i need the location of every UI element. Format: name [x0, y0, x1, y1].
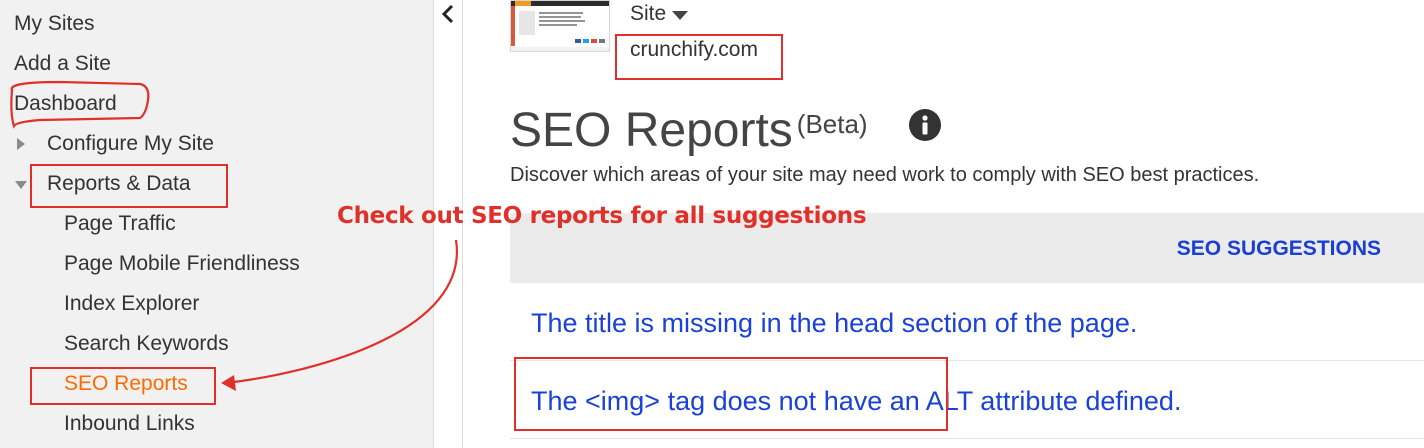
chevron-left-icon: [441, 4, 454, 24]
column-header-seo-suggestions[interactable]: SEO SUGGESTIONS: [1177, 237, 1381, 261]
info-icon[interactable]: [909, 109, 941, 141]
sidebar-item-inbound-links[interactable]: Inbound Links: [64, 412, 195, 436]
site-thumbnail: [510, 0, 610, 52]
collapse-sidebar-button[interactable]: [434, 0, 462, 28]
sidebar-item-page-traffic[interactable]: Page Traffic: [64, 212, 176, 236]
sidebar-item-page-mobile-friendliness[interactable]: Page Mobile Friendliness: [64, 252, 300, 276]
suggestion-link[interactable]: The title is missing in the head section…: [531, 308, 1137, 339]
page-title-text: SEO Reports: [510, 104, 793, 157]
triangle-down-icon[interactable]: [15, 181, 27, 189]
sidebar-item-reports-and-data[interactable]: Reports & Data: [47, 172, 191, 196]
annotation-callout: Check out SEO reports for all suggestion…: [337, 203, 867, 229]
table-row[interactable]: The <img> tag does not have an ALT attri…: [510, 361, 1424, 439]
suggestion-link[interactable]: The <img> tag does not have an ALT attri…: [531, 386, 1181, 417]
table-row[interactable]: The title is missing in the head section…: [510, 283, 1424, 361]
sidebar-item-seo-reports[interactable]: SEO Reports: [64, 372, 188, 396]
sidebar-item-add-a-site[interactable]: Add a Site: [14, 52, 111, 76]
sidebar-item-my-sites[interactable]: My Sites: [14, 12, 95, 36]
triangle-right-icon[interactable]: [17, 138, 25, 150]
page-title: SEO Reports (Beta): [510, 90, 868, 161]
site-selector[interactable]: Site: [630, 2, 689, 26]
sidebar-item-index-explorer[interactable]: Index Explorer: [64, 292, 199, 316]
page-description: Discover which areas of your site may ne…: [510, 164, 1260, 186]
sidebar-item-search-keywords[interactable]: Search Keywords: [64, 332, 229, 356]
sidebar-item-dashboard[interactable]: Dashboard: [14, 92, 117, 116]
beta-badge: (Beta): [796, 109, 868, 139]
site-domain: crunchify.com: [630, 38, 758, 61]
sidebar-item-configure-my-site[interactable]: Configure My Site: [47, 132, 214, 156]
site-selector-label: Site: [630, 2, 667, 25]
caret-down-icon: [672, 11, 689, 20]
